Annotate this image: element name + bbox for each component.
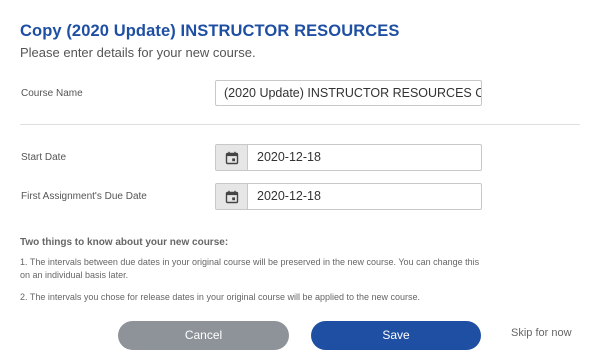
note-item: 2. The intervals you chose for release d… bbox=[20, 292, 421, 302]
calendar-icon bbox=[225, 190, 238, 203]
start-date-label: Start Date bbox=[21, 152, 67, 163]
notes-title: Two things to know about your new course… bbox=[20, 237, 229, 248]
skip-for-now-link[interactable]: Skip for now bbox=[511, 327, 572, 339]
course-name-label: Course Name bbox=[21, 88, 83, 99]
start-date-picker-button[interactable] bbox=[216, 145, 248, 170]
cancel-button[interactable]: Cancel bbox=[118, 321, 289, 350]
first-due-date-picker-button[interactable] bbox=[216, 184, 248, 209]
section-divider bbox=[20, 124, 580, 125]
calendar-icon bbox=[225, 151, 238, 164]
start-date-field: 2020-12-18 bbox=[215, 144, 482, 171]
dialog-subtitle: Please enter details for your new course… bbox=[20, 45, 256, 60]
start-date-input[interactable]: 2020-12-18 bbox=[248, 145, 481, 170]
first-due-date-label: First Assignment's Due Date bbox=[21, 191, 147, 202]
first-due-date-field: 2020-12-18 bbox=[215, 183, 482, 210]
copy-course-dialog: Copy (2020 Update) INSTRUCTOR RESOURCES … bbox=[0, 0, 600, 360]
first-due-date-input[interactable]: 2020-12-18 bbox=[248, 184, 481, 209]
course-name-input[interactable]: (2020 Update) INSTRUCTOR RESOURCES Copy bbox=[215, 80, 482, 106]
note-item: 1. The intervals between due dates in yo… bbox=[20, 257, 480, 280]
save-button[interactable]: Save bbox=[311, 321, 481, 350]
dialog-title: Copy (2020 Update) INSTRUCTOR RESOURCES bbox=[20, 22, 400, 40]
